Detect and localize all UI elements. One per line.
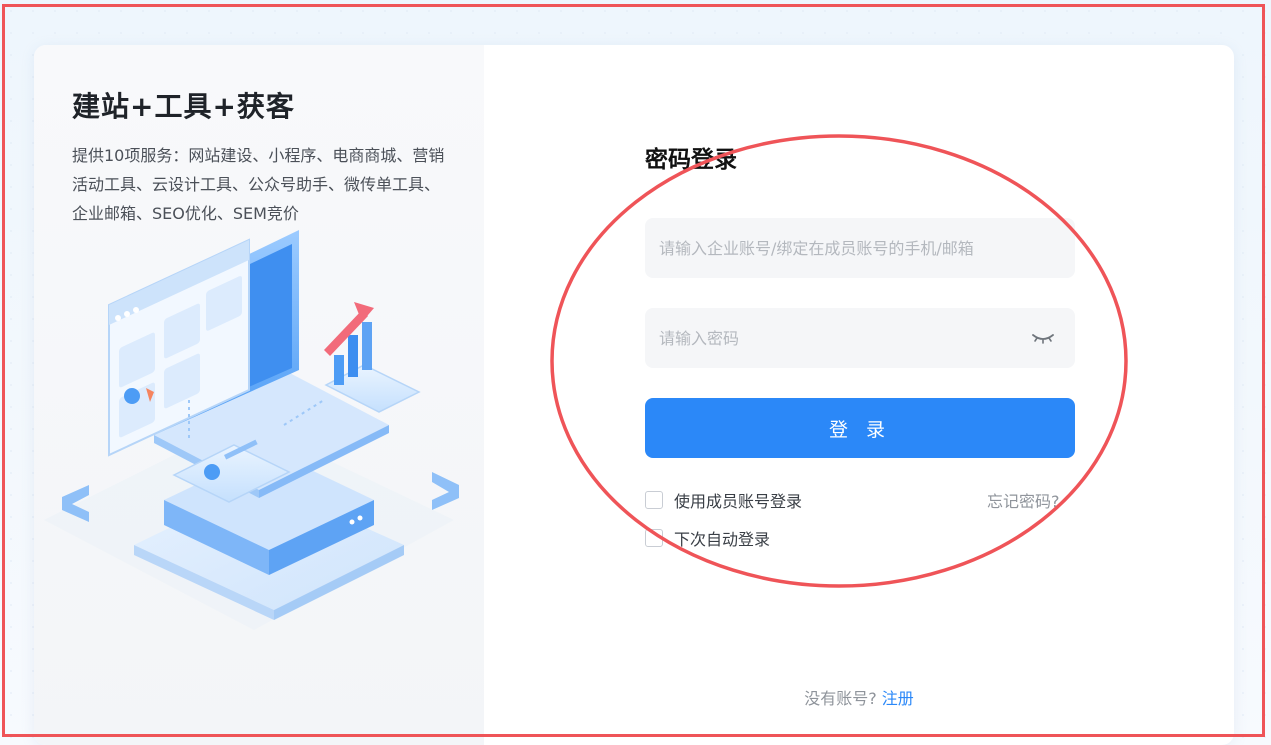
login-panel: 密码登录 登 录 使用成员账号登录 忘记密码? 下次自动登录 没有账号?	[484, 45, 1234, 745]
login-button[interactable]: 登 录	[645, 398, 1075, 458]
signup-row: 没有账号? 注册	[484, 685, 1234, 709]
auto-login-checkbox[interactable]	[645, 529, 663, 547]
login-card: 建站+工具+获客 提供10项服务：网站建设、小程序、电商商城、营销活动工具、云设…	[34, 45, 1234, 745]
password-input[interactable]	[645, 308, 1031, 368]
member-login-option[interactable]: 使用成员账号登录	[645, 488, 802, 512]
promo-panel: 建站+工具+获客 提供10项服务：网站建设、小程序、电商商城、营销活动工具、云设…	[34, 45, 484, 745]
promo-headline: 建站+工具+获客	[72, 90, 295, 123]
signup-prompt: 没有账号?	[804, 689, 877, 708]
signup-link[interactable]: 注册	[882, 689, 914, 708]
saas-illustration	[44, 230, 459, 630]
forgot-password-link[interactable]: 忘记密码?	[987, 488, 1060, 512]
account-input[interactable]	[645, 218, 1075, 278]
member-login-checkbox[interactable]	[645, 491, 663, 509]
eye-closed-icon[interactable]	[1031, 330, 1055, 346]
password-field	[645, 308, 1075, 368]
auto-login-label: 下次自动登录	[674, 530, 771, 549]
member-login-label: 使用成员账号登录	[674, 492, 803, 511]
auto-login-option[interactable]: 下次自动登录	[645, 526, 770, 550]
login-title: 密码登录	[645, 147, 737, 173]
account-field	[645, 218, 1075, 278]
